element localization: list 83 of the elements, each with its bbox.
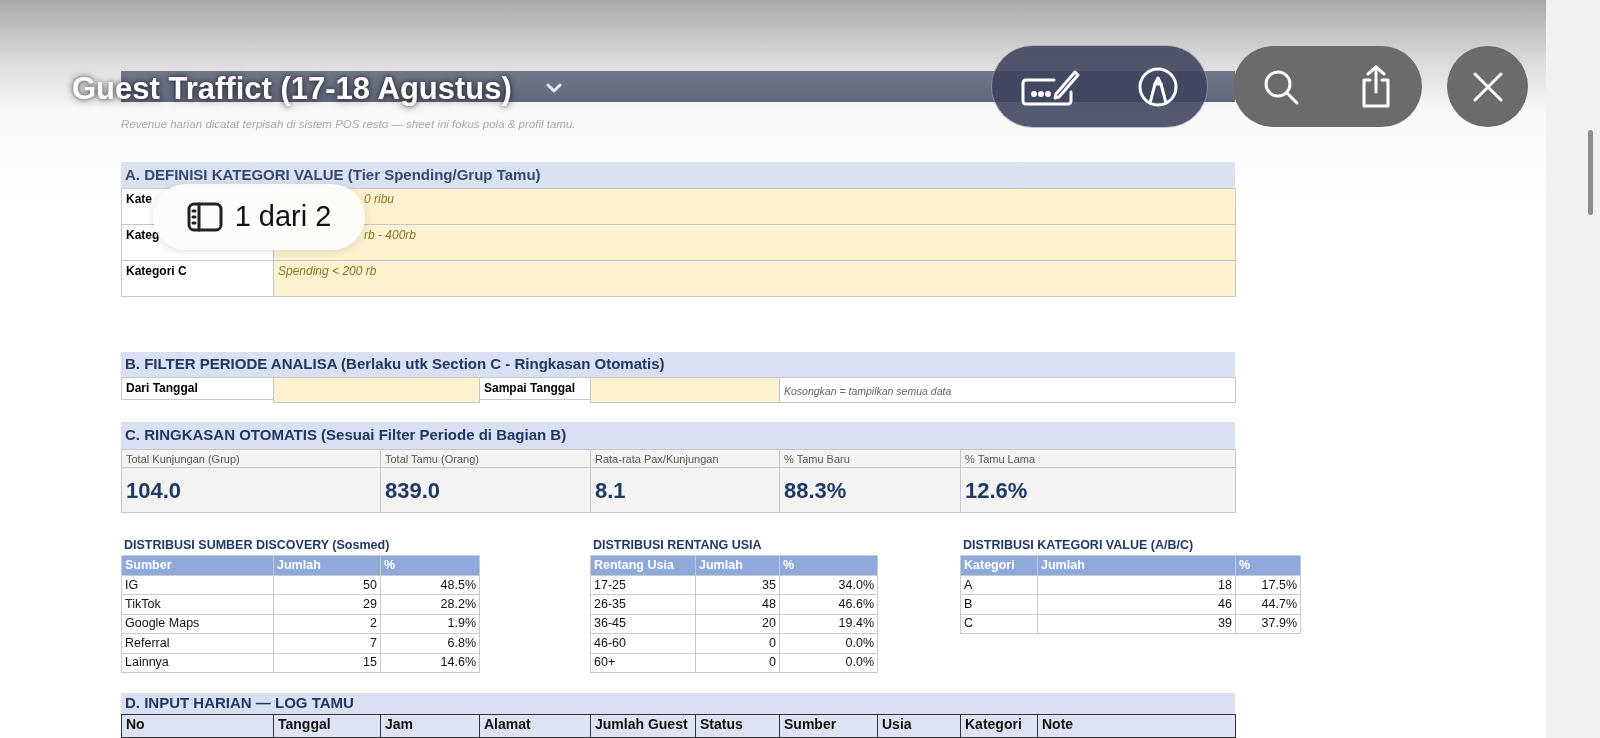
table-cell: IG <box>121 575 274 595</box>
table-cell: 20 <box>695 614 780 634</box>
table-cell: 15 <box>273 653 381 673</box>
table-cell: 46-60 <box>590 633 696 654</box>
column-header: Sumber <box>121 555 274 576</box>
table-cell: 48.5% <box>380 575 480 595</box>
table-cell: Lainnya <box>121 653 274 673</box>
column-header: Jumlah <box>695 555 780 576</box>
table-cell: 0 <box>695 633 780 654</box>
table-cell: 39 <box>1037 614 1236 634</box>
scrollbar-thumb[interactable] <box>1588 130 1593 215</box>
table-cell: 0 <box>695 653 780 673</box>
column-header: Alamat <box>479 713 591 738</box>
table-cell: 46.6% <box>779 594 878 615</box>
date-label: Dari Tanggal <box>121 377 274 400</box>
category-definition: Spending < 200 rb <box>273 260 1236 297</box>
chevron-down-icon <box>546 83 562 93</box>
column-header: Kategori <box>960 713 1038 738</box>
markup-pen-button[interactable] <box>1136 65 1179 108</box>
section-title: C. RINGKASAN OTOMATIS (Sesuai Filter Periode di Bagian B) <box>121 422 1235 449</box>
date-input-field[interactable] <box>590 377 780 403</box>
column-header: Rentang Usia <box>590 555 696 576</box>
category-label: Kategori C <box>121 260 274 297</box>
table-cell: 34.0% <box>779 575 878 595</box>
table-cell: 0.0% <box>779 633 878 654</box>
sheet-subtitle: Revenue harian dicatat terpisah di sistem POS resto — sheet ini fokus pola & profil tamu. <box>121 117 577 132</box>
table-cell: Referral <box>121 633 274 654</box>
table-cell: B <box>960 594 1038 615</box>
column-header: Kategori <box>960 555 1038 576</box>
table-cell: 36-45 <box>590 614 696 634</box>
table-cell: 6.8% <box>380 633 480 654</box>
metric-value: 88.3% <box>779 467 961 513</box>
table-cell: 17.5% <box>1235 575 1301 595</box>
column-header: % <box>1235 555 1301 576</box>
table-cell: C <box>960 614 1038 634</box>
table-cell: 17-25 <box>590 575 696 595</box>
table-cell: 14.6% <box>380 653 480 673</box>
table-cell: A <box>960 575 1038 595</box>
table-title: DISTRIBUSI KATEGORI VALUE (A/B/C) <box>962 537 1195 554</box>
table-cell: 29 <box>273 594 381 615</box>
column-header: Jam <box>380 713 480 738</box>
table-cell: 28.2% <box>380 594 480 615</box>
metric-value: 12.6% <box>960 467 1236 513</box>
table-cell: 48 <box>695 594 780 615</box>
metric-value: 8.1 <box>590 467 780 513</box>
column-header: % <box>779 555 878 576</box>
column-header: Jumlah <box>1037 555 1236 576</box>
column-header: Usia <box>877 713 961 738</box>
column-header: Jumlah Guest <box>590 713 696 738</box>
column-header: Tanggal <box>273 713 381 738</box>
column-header: % <box>380 555 480 576</box>
table-cell: 44.7% <box>1235 594 1301 615</box>
table-cell: 19.4% <box>779 614 878 634</box>
column-header: No <box>121 713 274 738</box>
metric-value: 104.0 <box>121 467 381 513</box>
column-header: Sumber <box>779 713 878 738</box>
column-header: Jumlah <box>273 555 381 576</box>
date-input-field[interactable] <box>273 377 480 403</box>
filter-note: Kosongkan = tampilkan semua data <box>779 377 1236 403</box>
table-cell: 7 <box>273 633 381 654</box>
table-cell: 2 <box>273 614 381 634</box>
section-title: B. FILTER PERIODE ANALISA (Berlaku utk Section C - Ringkasan Otomatis) <box>121 352 1235 377</box>
date-label: Sampai Tanggal <box>479 377 591 400</box>
table-cell: 0.0% <box>779 653 878 673</box>
section-title: A. DEFINISI KATEGORI VALUE (Tier Spending/Grup Tamu) <box>121 162 1235 188</box>
metric-value: 839.0 <box>380 467 591 513</box>
table-cell: 1.9% <box>380 614 480 634</box>
close-icon <box>1471 70 1504 103</box>
table-cell: Google Maps <box>121 614 274 634</box>
table-cell: 46 <box>1037 594 1236 615</box>
table-cell: 60+ <box>590 653 696 673</box>
table-title: DISTRIBUSI SUMBER DISCOVERY (Sosmed) <box>123 537 391 554</box>
column-header: Note <box>1037 713 1236 738</box>
sidebar-icon <box>186 202 223 232</box>
section-title: D. INPUT HARIAN — LOG TAMU <box>121 692 1235 714</box>
table-cell: 35 <box>695 575 780 595</box>
table-cell: 37.9% <box>1235 614 1301 634</box>
table-title: DISTRIBUSI RENTANG USIA <box>592 537 763 554</box>
table-cell: 50 <box>273 575 381 595</box>
table-cell: 18 <box>1037 575 1236 595</box>
pen-tip-icon <box>1136 65 1179 108</box>
table-cell: TikTok <box>121 594 274 615</box>
table-cell: 26-35 <box>590 594 696 615</box>
